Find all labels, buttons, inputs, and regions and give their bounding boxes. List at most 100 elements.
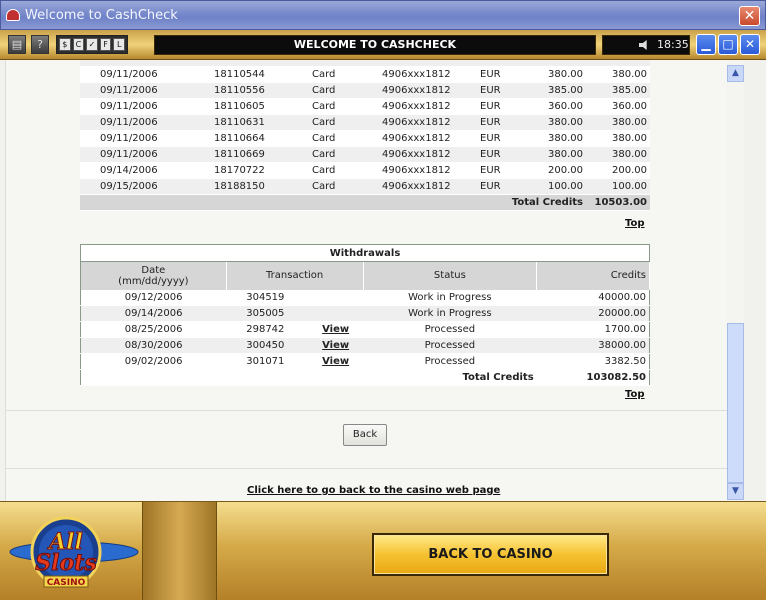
svg-text:CASINO: CASINO	[47, 578, 86, 588]
table-cell: 385.00	[586, 82, 650, 99]
gold-panel	[142, 502, 217, 600]
table-cell: Processed	[363, 337, 537, 354]
withdrawals-total-label: Total Credits	[80, 369, 537, 386]
view-link[interactable]: View	[308, 337, 364, 354]
table-cell: 301071	[226, 353, 309, 370]
divider	[5, 468, 727, 469]
table-cell: 4906xxx1812	[372, 130, 476, 147]
table-cell: 380.00	[586, 66, 650, 83]
lobby-icon[interactable]: L	[113, 38, 125, 51]
table-cell: 38000.00	[536, 337, 650, 354]
table-row: 09/11/2006 18110631 Card 4906xxx1812 EUR 380.…	[80, 114, 650, 131]
table-row: 09/11/2006 18110664 Card 4906xxx1812 EUR 380.…	[80, 130, 650, 147]
casino-web-page-link[interactable]: Click here to go back to the casino web …	[247, 485, 500, 496]
table-cell: 20000.00	[536, 305, 650, 322]
cashier-icon[interactable]: ▤	[8, 35, 26, 54]
scroll-thumb[interactable]	[727, 323, 744, 483]
status-display: 18:35	[602, 35, 690, 55]
table-cell: 18110544	[198, 66, 292, 83]
table-cell: 18110605	[198, 98, 292, 115]
close-button[interactable]: ✕	[740, 34, 760, 55]
all-slots-casino-logo: All Slots CASINO	[9, 516, 139, 588]
back-button[interactable]: Back	[343, 424, 387, 446]
table-cell: EUR	[476, 98, 528, 115]
view-link[interactable]: View	[308, 321, 364, 338]
dollar-icon[interactable]: $	[59, 38, 71, 51]
top-link-withdrawals[interactable]: Top	[625, 389, 645, 400]
table-cell: Card	[292, 162, 372, 179]
vertical-scrollbar[interactable]: ▲ ▼	[727, 60, 744, 501]
table-cell: 09/11/2006	[80, 146, 198, 163]
table-cell: 298742	[226, 321, 309, 338]
maximize-button[interactable]: □	[718, 34, 738, 55]
table-cell: 18110631	[198, 114, 292, 131]
table-cell: EUR	[476, 162, 528, 179]
table-cell: EUR	[476, 130, 528, 147]
right-margin	[744, 60, 766, 501]
credits-total-value: 10503.00	[586, 194, 650, 211]
top-link-credits[interactable]: Top	[625, 218, 645, 229]
table-cell: 09/15/2006	[80, 178, 198, 195]
credits-total-label: Total Credits	[80, 194, 586, 211]
table-cell: 100.00	[586, 178, 650, 195]
table-cell: 300450	[226, 337, 309, 354]
table-cell: Card	[292, 98, 372, 115]
table-cell: 380.00	[528, 146, 586, 163]
table-cell: Work in Progress	[363, 289, 537, 306]
comps-icon[interactable]: C	[72, 38, 85, 51]
table-cell: 305005	[226, 305, 309, 322]
withdrawals-table: Withdrawals Date (mm/dd/yyyy) Transactio…	[80, 244, 650, 386]
view-link[interactable]: View	[308, 353, 364, 370]
credits-table: 09/11/2006 18110544 Card 4906xxx1812 EUR 380.…	[80, 60, 650, 211]
scroll-down-icon[interactable]: ▼	[727, 483, 744, 500]
table-cell: EUR	[476, 82, 528, 99]
table-cell: 09/12/2006	[80, 289, 227, 306]
window-title: Welcome to CashCheck	[25, 8, 178, 23]
table-cell: 4906xxx1812	[372, 66, 476, 83]
table-cell: Card	[292, 82, 372, 99]
app-icon	[6, 9, 20, 21]
back-to-casino-button[interactable]: BACK TO CASINO	[372, 533, 609, 576]
table-row: 09/11/2006 18110605 Card 4906xxx1812 EUR 360.…	[80, 98, 650, 115]
table-row: 08/30/2006 300450 View Processed 38000.00	[80, 337, 650, 354]
table-cell: 200.00	[528, 162, 586, 179]
header-transaction: Transaction	[226, 261, 364, 290]
table-cell: 380.00	[528, 114, 586, 131]
content-area: 09/11/2006 18110544 Card 4906xxx1812 EUR 380.…	[0, 60, 766, 501]
table-cell: 4906xxx1812	[372, 162, 476, 179]
table-cell: Card	[292, 114, 372, 131]
table-cell: 09/02/2006	[80, 353, 227, 370]
table-row: 09/14/2006 18170722 Card 4906xxx1812 EUR 200.…	[80, 162, 650, 179]
table-row: 09/11/2006 18110556 Card 4906xxx1812 EUR 385.…	[80, 82, 650, 99]
table-cell: Card	[292, 130, 372, 147]
header-credits: Credits	[536, 261, 650, 290]
table-cell: Card	[292, 178, 372, 195]
table-cell: 08/30/2006	[80, 337, 227, 354]
table-row: 09/14/2006 305005 Work in Progress 20000.00	[80, 305, 650, 322]
table-cell: 09/11/2006	[80, 114, 198, 131]
divider	[5, 410, 727, 411]
close-window-button[interactable]: ✕	[739, 6, 760, 26]
table-row: 09/12/2006 304519 Work in Progress 40000.00	[80, 289, 650, 306]
table-cell: 40000.00	[536, 289, 650, 306]
withdrawals-total-value: 103082.50	[536, 369, 650, 386]
table-cell: 385.00	[528, 82, 586, 99]
table-cell: 18110556	[198, 82, 292, 99]
minimize-button[interactable]: ▁	[696, 34, 716, 55]
table-cell: 380.00	[586, 114, 650, 131]
table-cell: 4906xxx1812	[372, 82, 476, 99]
table-cell: 360.00	[586, 98, 650, 115]
flag-icon[interactable]: F	[99, 38, 112, 51]
table-cell: 3382.50	[536, 353, 650, 370]
table-cell: 4906xxx1812	[372, 114, 476, 131]
help-icon[interactable]: ?	[31, 35, 49, 54]
table-cell: 100.00	[528, 178, 586, 195]
table-cell: EUR	[476, 66, 528, 83]
table-cell: 1700.00	[536, 321, 650, 338]
speaker-icon[interactable]	[639, 40, 647, 50]
view-link	[308, 305, 364, 322]
page-banner: WELCOME TO CASHCHECK	[154, 35, 596, 55]
table-cell: Work in Progress	[363, 305, 537, 322]
check-icon[interactable]: ✓	[86, 38, 98, 51]
scroll-up-icon[interactable]: ▲	[727, 65, 744, 82]
